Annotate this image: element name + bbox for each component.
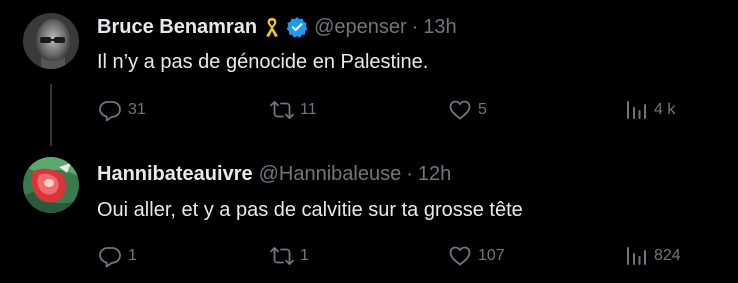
reply-button[interactable]: 1 xyxy=(98,242,137,270)
tweet-actions: 31 11 5 4 k xyxy=(0,96,738,124)
repost-icon xyxy=(270,247,294,265)
timestamp[interactable]: 13h xyxy=(423,14,456,40)
tweet-actions: 1 1 107 824 xyxy=(0,242,738,270)
tweet[interactable]: Hannibateauivre @Hannibaleuse · 12h Oui … xyxy=(0,145,738,283)
user-handle[interactable]: @epenser xyxy=(314,14,407,40)
repost-icon xyxy=(270,101,294,119)
display-name[interactable]: Hannibateauivre xyxy=(97,161,253,187)
tweet-header: Hannibateauivre @Hannibaleuse · 12h xyxy=(97,161,451,187)
user-handle[interactable]: @Hannibaleuse xyxy=(259,161,402,187)
reply-icon xyxy=(99,247,121,268)
avatar[interactable] xyxy=(23,13,79,69)
repost-count: 11 xyxy=(300,101,317,118)
views-chart-icon xyxy=(627,247,646,265)
views-chart-icon xyxy=(627,101,646,119)
tweet-text: Oui aller, et y a pas de calvitie sur ta… xyxy=(97,199,523,221)
reply-icon xyxy=(99,101,121,122)
timestamp[interactable]: 12h xyxy=(418,161,451,187)
views-count: 824 xyxy=(654,247,681,264)
separator-dot: · xyxy=(411,16,419,38)
like-button[interactable]: 107 xyxy=(448,242,505,270)
tweet-text: Il n’y a pas de génocide en Palestine. xyxy=(97,51,429,73)
verified-badge-icon[interactable] xyxy=(286,16,308,38)
reply-count: 1 xyxy=(128,247,137,264)
display-name[interactable]: Bruce Benamran xyxy=(97,14,257,40)
like-count: 107 xyxy=(478,247,505,264)
yellow-ribbon-icon xyxy=(263,16,281,38)
views-button[interactable]: 824 xyxy=(624,242,681,270)
like-count: 5 xyxy=(478,101,487,118)
tweet[interactable]: Bruce Benamran @epenser · 13h Il n’y a p… xyxy=(0,0,738,145)
repost-button[interactable]: 11 xyxy=(270,96,317,124)
heart-icon xyxy=(449,100,471,120)
reply-count: 31 xyxy=(128,101,146,118)
repost-button[interactable]: 1 xyxy=(270,242,309,270)
reply-button[interactable]: 31 xyxy=(98,96,146,124)
like-button[interactable]: 5 xyxy=(448,96,487,124)
separator-dot: · xyxy=(406,163,413,185)
views-button[interactable]: 4 k xyxy=(624,96,675,124)
repost-count: 1 xyxy=(300,247,309,264)
heart-icon xyxy=(449,246,471,266)
tweet-header: Bruce Benamran @epenser · 13h xyxy=(97,14,457,40)
avatar[interactable] xyxy=(23,157,79,213)
views-count: 4 k xyxy=(654,101,676,118)
